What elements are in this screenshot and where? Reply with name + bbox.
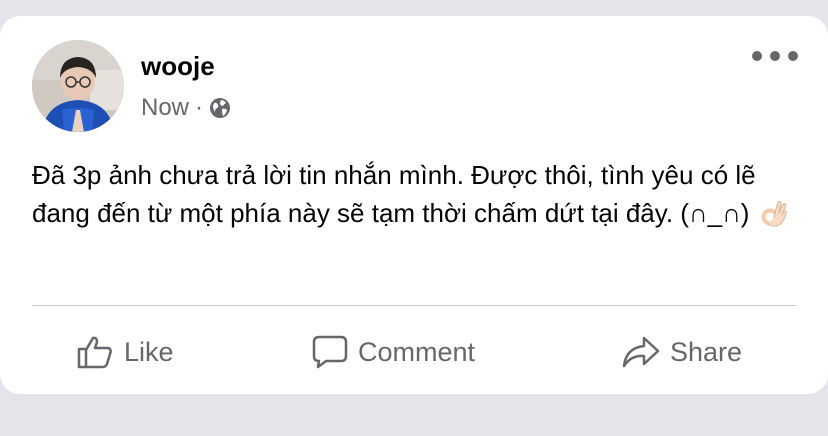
thumbs-up-icon [77,336,112,369]
divider [32,305,796,306]
more-dot-icon [788,51,798,61]
more-options-button[interactable] [752,46,798,66]
share-arrow-icon [622,336,660,368]
more-dot-icon [752,51,762,61]
ok-hand-emoji-icon [759,198,789,228]
avatar[interactable] [32,40,124,132]
share-label: Share [670,336,743,367]
globe-icon[interactable] [209,97,231,119]
post-body: Đã 3p ảnh chưa trả lời tin nhắn mình. Đư… [32,156,792,232]
like-label: Like [124,336,174,367]
more-dot-icon [770,51,780,61]
comment-button[interactable]: Comment [312,332,475,372]
comment-label: Comment [358,336,476,367]
post-card: wooje Now · Đã 3p ảnh chưa trả lời tin n… [0,16,828,394]
share-button[interactable]: Share [622,332,742,372]
post-meta: Now · [141,94,231,122]
meta-separator: · [195,94,204,121]
author-name[interactable]: wooje [141,51,215,82]
like-button[interactable]: Like [76,332,174,372]
post-text: Đã 3p ảnh chưa trả lời tin nhắn mình. Đư… [32,160,756,228]
post-timestamp[interactable]: Now [141,94,189,122]
comment-bubble-icon [312,335,348,369]
